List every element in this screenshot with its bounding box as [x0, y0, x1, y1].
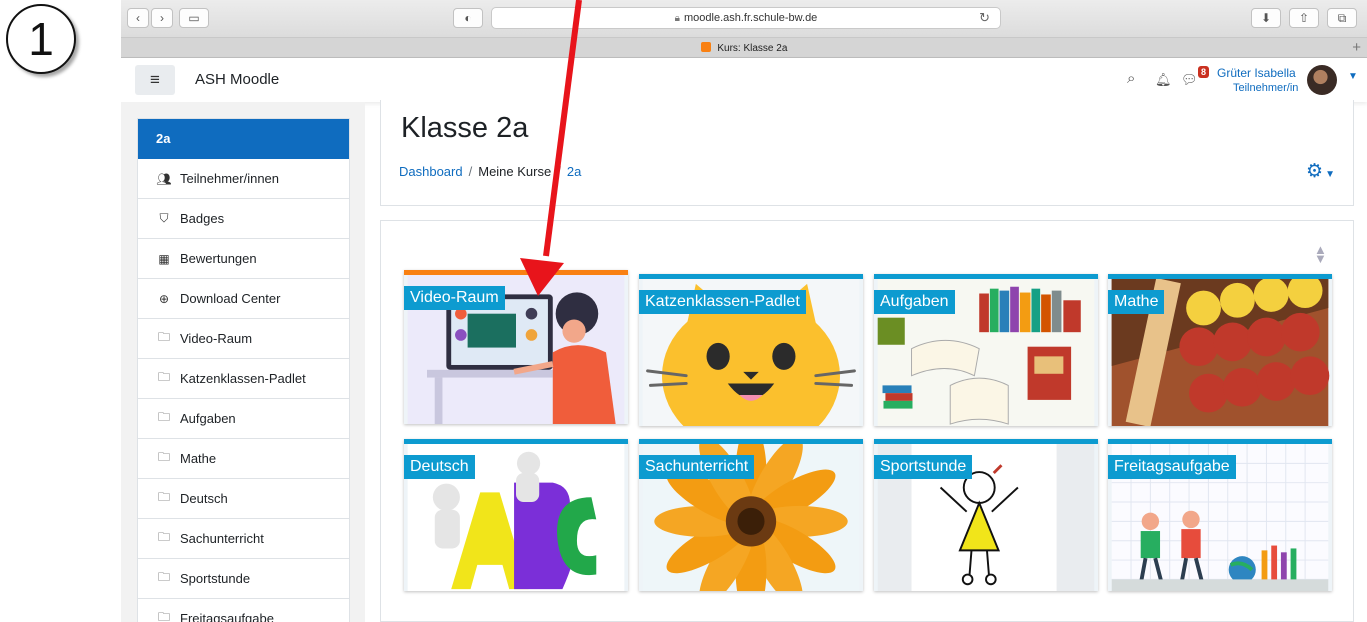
drawer-item-video-raum[interactable]: 🗀 Video-Raum	[138, 319, 349, 359]
moodle-favicon-icon	[700, 41, 711, 52]
folder-icon: 🗀	[157, 490, 170, 504]
drawer-item-grades[interactable]: ▦ Bewertungen	[138, 239, 349, 279]
drawer-item-label: Mathe	[180, 451, 217, 466]
tile-video-raum[interactable]: Video-Raum	[404, 270, 628, 424]
folder-icon: 🗀	[157, 410, 170, 424]
tab-bar: Kurs: Klasse 2a +	[121, 38, 1367, 58]
back-button[interactable]: ‹	[127, 8, 149, 28]
browser-toolbar: ‹ › ▭ ◐ 🔒︎ moodle.ash.fr.schule-bw.de ↻ …	[121, 0, 1367, 38]
drawer-item-deutsch[interactable]: 🗀 Deutsch	[138, 479, 349, 519]
tile-label: Aufgaben	[874, 290, 955, 314]
drawer-item-course[interactable]: 2a	[138, 119, 349, 159]
tabs-overview-icon[interactable]: ⧉	[1327, 8, 1357, 28]
browser-window: ‹ › ▭ ◐ 🔒︎ moodle.ash.fr.schule-bw.de ↻ …	[121, 0, 1367, 622]
address-bar[interactable]: 🔒︎ moodle.ash.fr.schule-bw.de ↻	[491, 7, 1001, 29]
nav-drawer: 2a 👥︎ Teilnehmer/innen ⛉ Badges ▦ Bewert…	[121, 102, 365, 622]
tile-aufgaben[interactable]: Aufgaben	[874, 274, 1098, 426]
tab-title: Kurs: Klasse 2a	[717, 42, 788, 54]
drawer-item-label: Katzenklassen-Padlet	[180, 371, 306, 386]
url-text: moodle.ash.fr.schule-bw.de	[684, 12, 818, 24]
drawer-item-download-center[interactable]: ⊕ Download Center	[138, 279, 349, 319]
drawer-item-label: Badges	[180, 211, 225, 226]
drawer-item-freitagsaufgabe[interactable]: 🗀 Freitagsaufgabe	[138, 599, 349, 622]
messages-icon[interactable]: 💬︎	[1181, 72, 1198, 88]
drawer-item-aufgaben[interactable]: 🗀 Aufgaben	[138, 399, 349, 439]
step-number-marker: 1	[6, 4, 76, 74]
drawer-item-label: Sachunterricht	[180, 531, 264, 546]
tile-label: Deutsch	[404, 455, 475, 479]
forward-button[interactable]: ›	[151, 8, 173, 28]
messages-count-badge: 8	[1198, 66, 1210, 78]
reload-icon[interactable]: ↻	[979, 10, 990, 26]
drawer-item-katzenklassen-padlet[interactable]: 🗀 Katzenklassen-Padlet	[138, 359, 349, 399]
drawer-item-label: Deutsch	[180, 491, 228, 506]
breadcrumb-dashboard[interactable]: Dashboard	[399, 164, 463, 179]
drawer-item-label: Aufgaben	[180, 411, 236, 426]
drawer-item-label: Teilnehmer/innen	[180, 171, 280, 186]
drawer-item-label: Bewertungen	[180, 251, 257, 266]
drawer-item-label: 2a	[156, 131, 171, 146]
privacy-shield-icon[interactable]: ◐	[453, 8, 483, 28]
tile-label: Mathe	[1108, 290, 1165, 314]
drawer-item-label: Download Center	[180, 291, 281, 306]
avatar[interactable]	[1307, 65, 1337, 95]
folder-icon: 🗀	[157, 450, 170, 464]
tile-deutsch[interactable]: Deutsch	[404, 439, 628, 591]
downloads-icon[interactable]: ⬇	[1251, 8, 1281, 28]
gear-icon: ⚙	[1306, 161, 1324, 182]
sort-icon[interactable]: ▲ ▼	[1314, 243, 1327, 265]
table-icon: ▦	[158, 251, 170, 266]
share-icon[interactable]: ⇧	[1289, 8, 1319, 28]
drawer-list: 2a 👥︎ Teilnehmer/innen ⛉ Badges ▦ Bewert…	[137, 118, 350, 622]
drawer-item-label: Sportstunde	[180, 571, 251, 586]
folder-icon: 🗀	[157, 370, 170, 384]
page-header: Klasse 2a Dashboard / Meine Kurse / 2a ⚙ ▼	[380, 100, 1354, 206]
folder-icon: 🗀	[157, 610, 170, 622]
page-title: Klasse 2a	[401, 112, 529, 144]
new-tab-button[interactable]: +	[1352, 39, 1361, 56]
drawer-item-participants[interactable]: 👥︎ Teilnehmer/innen	[138, 159, 349, 199]
tile-label: Freitagsaufgabe	[1108, 455, 1236, 479]
drawer-item-badges[interactable]: ⛉ Badges	[138, 199, 349, 239]
tile-label: Sachunterricht	[639, 455, 755, 479]
drawer-item-sachunterricht[interactable]: 🗀 Sachunterricht	[138, 519, 349, 559]
folder-icon: 🗀	[157, 570, 170, 584]
breadcrumb-separator: /	[468, 164, 473, 179]
breadcrumb: Dashboard / Meine Kurse / 2a	[399, 164, 581, 179]
tile-label: Video-Raum	[404, 286, 505, 310]
moodle-navbar: ≡ ASH Moodle ⌕ 🔔︎ 💬︎ 8 Grüter Isabella T…	[121, 58, 1367, 102]
breadcrumb-my-courses: Meine Kurse	[478, 164, 552, 179]
tile-sportstunde[interactable]: Sportstunde	[874, 439, 1098, 591]
tile-label: Sportstunde	[874, 455, 973, 479]
tile-katzenklassen-padlet[interactable]: Katzenklassen-Padlet	[639, 274, 863, 426]
download-icon: ⊕	[158, 291, 170, 306]
tile-sachunterricht[interactable]: Sachunterricht	[639, 439, 863, 591]
menu-toggle-button[interactable]: ≡	[135, 65, 175, 95]
drawer-item-sportstunde[interactable]: 🗀 Sportstunde	[138, 559, 349, 599]
drawer-item-label: Freitagsaufgabe	[180, 611, 274, 622]
bell-icon[interactable]: 🔔︎	[1155, 72, 1172, 88]
lock-icon: 🔒︎	[674, 12, 680, 24]
tile-mathe[interactable]: Mathe	[1108, 274, 1332, 426]
folder-icon: 🗀	[157, 330, 170, 344]
folder-icon: 🗀	[157, 530, 170, 544]
breadcrumb-course[interactable]: 2a	[567, 164, 581, 179]
course-content: ▲ ▼ Video-Raum Katzenklassen-Padlet Aufg…	[380, 220, 1354, 622]
user-role: Teilnehmer/in	[1233, 82, 1299, 94]
drawer-item-label: Video-Raum	[180, 331, 253, 346]
chevron-down-icon: ▼	[1325, 169, 1335, 180]
search-icon[interactable]: ⌕	[1127, 70, 1135, 87]
chevron-down-icon[interactable]: ▼	[1348, 71, 1358, 82]
sidebar-toggle-icon[interactable]: ▭	[179, 8, 209, 28]
drawer-item-mathe[interactable]: 🗀 Mathe	[138, 439, 349, 479]
shield-icon: ⛉	[159, 211, 169, 225]
site-name[interactable]: ASH Moodle	[195, 71, 279, 88]
users-icon: 👥︎	[156, 171, 172, 186]
tile-freitagsaufgabe[interactable]: Freitagsaufgabe	[1108, 439, 1332, 591]
active-tab[interactable]: Kurs: Klasse 2a	[700, 41, 788, 54]
user-name[interactable]: Grüter Isabella	[1217, 66, 1296, 80]
breadcrumb-separator: /	[557, 164, 561, 179]
tile-label: Katzenklassen-Padlet	[639, 290, 806, 314]
course-settings-button[interactable]: ⚙ ▼	[1306, 160, 1335, 183]
